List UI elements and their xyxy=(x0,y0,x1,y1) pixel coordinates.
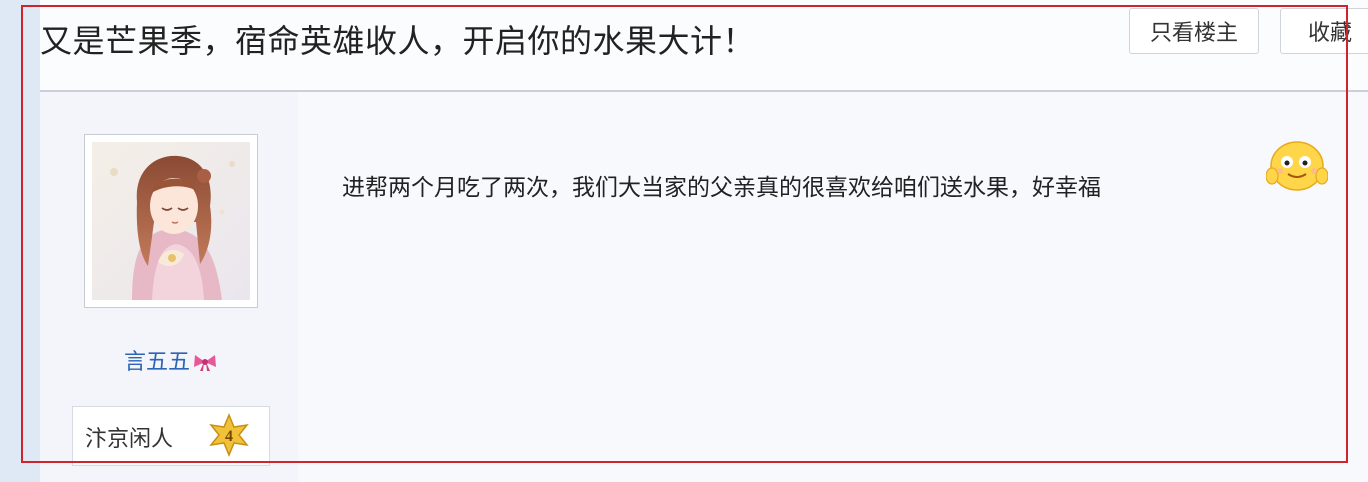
pink-bow-icon xyxy=(194,355,216,371)
reply-text: 进帮两个月吃了两次，我们大当家的父亲真的很喜欢给咱们送水果，好幸福 xyxy=(342,175,1101,201)
author-level: 汴京闲人 4 xyxy=(72,406,270,466)
post-title: 又是芒果季，宿命英雄收人，开启你的水果大计！ xyxy=(40,22,756,60)
only-op-button[interactable]: 只看楼主 xyxy=(1129,8,1259,54)
level-title: 汴京闲人 xyxy=(85,427,174,452)
author-sidebar: 言五五 汴京闲人 4 xyxy=(40,92,298,482)
grinning-emoji-icon xyxy=(1266,141,1328,191)
level-star-badge-icon: 4 xyxy=(209,413,249,457)
anime-girl-avatar-icon xyxy=(92,142,250,300)
post-title-bar: 又是芒果季，宿命英雄收人，开启你的水果大计！ 只看楼主 收藏 xyxy=(40,0,1368,92)
author-username[interactable]: 言五五 xyxy=(40,344,302,376)
favorite-button[interactable]: 收藏 xyxy=(1280,8,1368,54)
level-number: 4 xyxy=(225,428,233,445)
avatar[interactable] xyxy=(84,134,258,308)
username-text: 言五五 xyxy=(123,350,190,375)
page: 又是芒果季，宿命英雄收人，开启你的水果大计！ 只看楼主 收藏 言五五 汴京闲人 … xyxy=(0,0,1368,482)
forum-post: 又是芒果季，宿命英雄收人，开启你的水果大计！ 只看楼主 收藏 言五五 汴京闲人 … xyxy=(40,0,1368,482)
